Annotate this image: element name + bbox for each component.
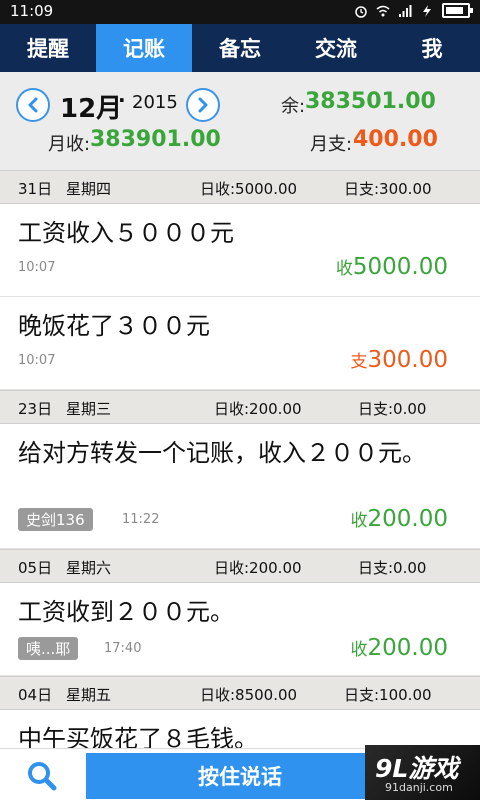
entry-amount-value: 200.00	[367, 506, 448, 532]
signal-icon	[399, 4, 412, 17]
watermark-logo: 9L游戏 91danji.com	[365, 745, 480, 800]
day-header: 05日 星期六 日收:200.00 日支:0.00	[0, 549, 480, 583]
ledger-entry[interactable]: 晚饭花了３００元 10:07 支300.00	[0, 297, 480, 390]
day-header: 23日 星期三 日收:200.00 日支:0.00	[0, 390, 480, 424]
day-income: 日收:200.00	[214, 559, 302, 577]
entry-time: 10:07	[18, 260, 56, 275]
entry-amount-value: 5000.00	[352, 254, 448, 280]
push-to-talk-button[interactable]: 按住说话	[86, 753, 394, 799]
day-expense: 日支:300.00	[344, 180, 432, 198]
day-income: 日收:5000.00	[200, 180, 298, 198]
ledger-entry[interactable]: 工资收到２００元。 咦...耶 17:40 收200.00	[0, 583, 480, 676]
day-date: 31日	[18, 180, 53, 198]
chevron-left-icon	[28, 97, 38, 113]
entry-title: 工资收入５０００元	[18, 219, 234, 247]
tab-memo[interactable]: 备忘	[192, 24, 288, 72]
entry-title: 晚饭花了３００元	[18, 312, 210, 340]
alarm-icon	[355, 5, 367, 18]
watermark-url: 91danji.com	[385, 781, 453, 794]
entry-time: 10:07	[18, 353, 56, 368]
ledger-list[interactable]: 31日 星期四 日收:5000.00 日支:300.00 工资收入５０００元 1…	[0, 170, 480, 748]
entry-time: 17:40	[104, 641, 142, 656]
watermark-brand: 9L游戏	[375, 754, 459, 783]
entry-title: 工资收到２００元。	[18, 598, 234, 626]
battery-icon	[442, 3, 473, 18]
balance-value: 383501.00	[305, 89, 436, 114]
tab-community[interactable]: 交流	[288, 24, 384, 72]
day-header: 04日 星期五 日收:8500.00 日支:100.00	[0, 676, 480, 710]
status-icons	[354, 3, 473, 18]
day-header: 31日 星期四 日收:5000.00 日支:300.00	[0, 170, 480, 204]
day-date: 05日	[18, 559, 53, 577]
entry-amount: 收200.00	[351, 635, 448, 661]
entry-kind: 收	[350, 511, 368, 531]
sender-badge[interactable]: 咦...耶	[18, 637, 79, 660]
day-expense: 日支:0.00	[358, 559, 427, 577]
chevron-right-icon	[198, 97, 208, 113]
day-expense: 日支:0.00	[358, 400, 427, 418]
month-summary: 12月 · 2015 余: 383501.00 月收: 383901.00 月支…	[0, 72, 480, 171]
sender-badge[interactable]: 史剑136	[18, 508, 93, 531]
month-year-separator: ·	[118, 88, 126, 112]
entry-kind: 收	[350, 640, 368, 660]
status-bar: 11:09	[0, 0, 480, 24]
ledger-entry[interactable]: 给对方转发一个记账，收入２００元。 史剑136 11:22 收200.00	[0, 424, 480, 549]
search-icon	[28, 762, 57, 791]
month-expense-value: 400.00	[353, 127, 438, 152]
next-month-button[interactable]	[186, 88, 220, 122]
ledger-entry[interactable]: 工资收入５０００元 10:07 收5000.00	[0, 204, 480, 297]
tab-reminder[interactable]: 提醒	[0, 24, 96, 72]
search-button[interactable]	[22, 759, 62, 791]
entry-amount: 支300.00	[351, 347, 448, 373]
day-income: 日收:200.00	[214, 400, 302, 418]
tab-me[interactable]: 我	[384, 24, 480, 72]
entry-amount-value: 300.00	[367, 347, 448, 373]
day-expense: 日支:100.00	[344, 686, 432, 704]
status-time: 11:09	[10, 2, 54, 20]
wifi-icon	[376, 5, 390, 16]
month-income-label: 月收:	[48, 134, 91, 155]
balance-label: 余:	[281, 96, 306, 117]
month-income-value: 383901.00	[90, 127, 221, 152]
ledger-entry[interactable]: 中午买饭花了８毛钱。	[0, 710, 480, 748]
entry-kind: 支	[350, 352, 368, 372]
day-date: 04日	[18, 686, 53, 704]
prev-month-button[interactable]	[16, 88, 50, 122]
main-tab-bar: 提醒 记账 备忘 交流 我	[0, 24, 480, 72]
tab-accounting[interactable]: 记账	[96, 24, 192, 72]
day-date: 23日	[18, 400, 53, 418]
month-label: 12月	[60, 94, 123, 124]
month-expense-label: 月支:	[310, 134, 353, 155]
entry-amount-value: 200.00	[367, 635, 448, 661]
day-weekday: 星期三	[66, 400, 112, 418]
entry-kind: 收	[335, 259, 353, 279]
entry-time: 11:22	[122, 512, 160, 527]
entry-amount: 收5000.00	[336, 254, 448, 280]
day-weekday: 星期四	[66, 180, 112, 198]
day-income: 日收:8500.00	[200, 686, 298, 704]
charging-icon	[423, 4, 431, 17]
day-weekday: 星期六	[66, 559, 112, 577]
entry-title: 给对方转发一个记账，收入２００元。	[18, 439, 426, 467]
entry-amount: 收200.00	[351, 506, 448, 532]
day-weekday: 星期五	[66, 686, 112, 704]
year-label: 2015	[132, 92, 178, 113]
